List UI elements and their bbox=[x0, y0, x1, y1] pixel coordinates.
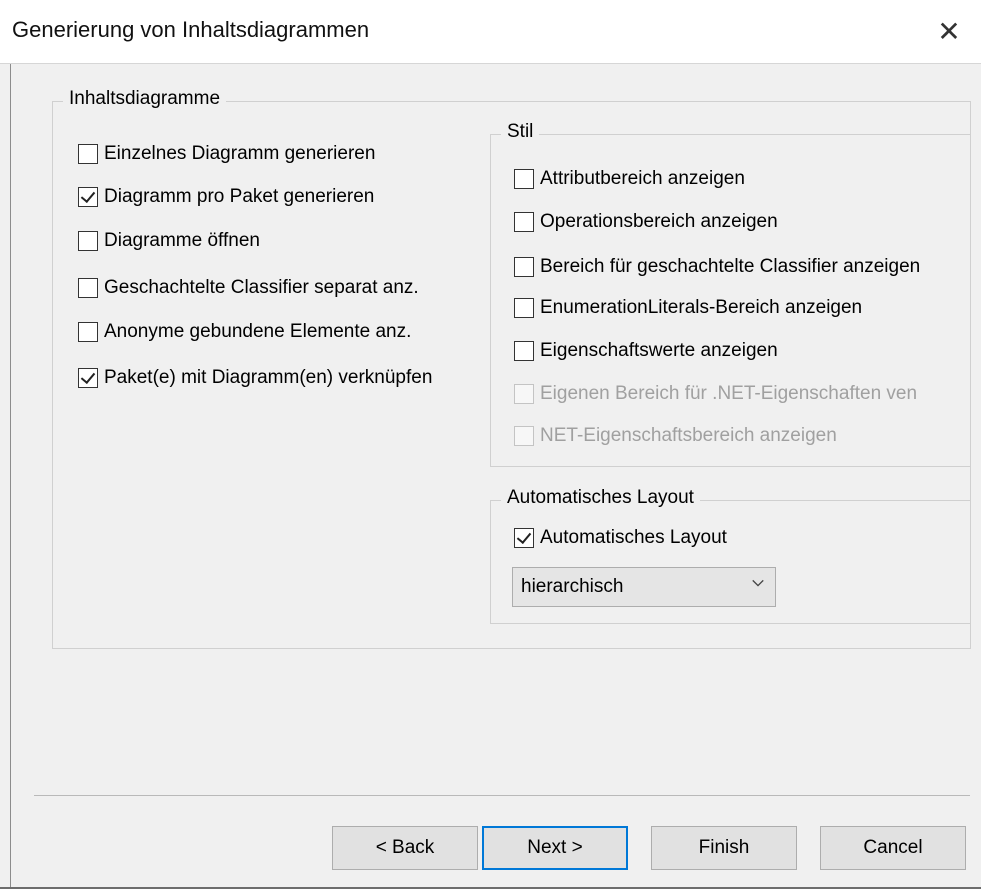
checkbox-box bbox=[514, 384, 534, 404]
checkbox-box[interactable] bbox=[514, 341, 534, 361]
checkbox-box[interactable] bbox=[78, 322, 98, 342]
checkbox-box bbox=[514, 426, 534, 446]
checkbox-box[interactable] bbox=[514, 528, 534, 548]
close-icon[interactable]: ✕ bbox=[929, 10, 969, 54]
checkbox-geschachtelte-classifier-bereich[interactable]: Bereich für geschachtelte Classifier anz… bbox=[514, 256, 920, 278]
checkbox-label: Einzelnes Diagramm generieren bbox=[104, 143, 376, 164]
checkbox-box[interactable] bbox=[78, 231, 98, 251]
cancel-button[interactable]: Cancel bbox=[820, 826, 966, 870]
checkbox-label: Attributbereich anzeigen bbox=[540, 168, 745, 189]
checkbox-box[interactable] bbox=[514, 212, 534, 232]
checkbox-einzelnes-diagramm[interactable]: Einzelnes Diagramm generieren bbox=[78, 143, 375, 165]
checkbox-label: Anonyme gebundene Elemente anz. bbox=[104, 321, 412, 342]
layout-select[interactable]: hierarchisch bbox=[512, 567, 776, 607]
checkbox-label: Operationsbereich anzeigen bbox=[540, 211, 778, 232]
checkbox-attributbereich[interactable]: Attributbereich anzeigen bbox=[514, 168, 745, 190]
checkbox-net-eigenschaften-bereich: Eigenen Bereich für .NET-Eigenschaften v… bbox=[514, 383, 917, 405]
checkbox-paket-verknuepfen[interactable]: Paket(e) mit Diagramm(en) verknüpfen bbox=[78, 367, 432, 389]
checkbox-box[interactable] bbox=[514, 298, 534, 318]
checkbox-label: Diagramme öffnen bbox=[104, 230, 260, 251]
checkbox-box[interactable] bbox=[514, 257, 534, 277]
automatisches-layout-legend: Automatisches Layout bbox=[501, 487, 700, 509]
checkbox-box[interactable] bbox=[78, 144, 98, 164]
title-bar: Generierung von Inhaltsdiagrammen ✕ bbox=[0, 0, 981, 64]
checkbox-box[interactable] bbox=[514, 169, 534, 189]
window-left-border bbox=[0, 64, 11, 889]
back-button[interactable]: < Back bbox=[332, 826, 478, 870]
checkbox-label: NET-Eigenschaftsbereich anzeigen bbox=[540, 425, 837, 446]
layout-select-value: hierarchisch bbox=[521, 576, 624, 597]
next-button[interactable]: Next > bbox=[482, 826, 628, 870]
checkbox-anonyme-elemente[interactable]: Anonyme gebundene Elemente anz. bbox=[78, 321, 411, 343]
window-title: Generierung von Inhaltsdiagrammen bbox=[12, 17, 370, 42]
finish-button[interactable]: Finish bbox=[651, 826, 797, 870]
inhaltsdiagramme-legend: Inhaltsdiagramme bbox=[63, 88, 227, 110]
checkbox-net-eigenschaftsbereich: NET-Eigenschaftsbereich anzeigen bbox=[514, 425, 837, 447]
checkbox-automatisches-layout[interactable]: Automatisches Layout bbox=[514, 527, 727, 549]
checkbox-geschachtelte-classifier[interactable]: Geschachtelte Classifier separat anz. bbox=[78, 277, 419, 299]
checkbox-box[interactable] bbox=[78, 368, 98, 388]
checkbox-diagramme-oeffnen[interactable]: Diagramme öffnen bbox=[78, 230, 260, 252]
checkbox-label: Eigenschaftswerte anzeigen bbox=[540, 340, 778, 361]
checkbox-label: Eigenen Bereich für .NET-Eigenschaften v… bbox=[540, 383, 918, 404]
checkbox-enumerationliterals[interactable]: EnumerationLiterals-Bereich anzeigen bbox=[514, 297, 862, 319]
checkbox-label: Paket(e) mit Diagramm(en) verknüpfen bbox=[104, 367, 433, 388]
checkbox-label: Diagramm pro Paket generieren bbox=[104, 186, 375, 207]
footer-separator bbox=[34, 795, 970, 796]
chevron-down-icon bbox=[752, 579, 764, 587]
checkbox-label: EnumerationLiterals-Bereich anzeigen bbox=[540, 297, 863, 318]
checkbox-box[interactable] bbox=[78, 278, 98, 298]
checkbox-eigenschaftswerte[interactable]: Eigenschaftswerte anzeigen bbox=[514, 340, 778, 362]
checkbox-label: Automatisches Layout bbox=[540, 527, 727, 548]
checkbox-operationsbereich[interactable]: Operationsbereich anzeigen bbox=[514, 211, 778, 233]
checkbox-label: Bereich für geschachtelte Classifier anz… bbox=[540, 256, 921, 277]
checkbox-diagramm-pro-paket[interactable]: Diagramm pro Paket generieren bbox=[78, 186, 374, 208]
checkbox-label: Geschachtelte Classifier separat anz. bbox=[104, 277, 419, 298]
checkbox-box[interactable] bbox=[78, 187, 98, 207]
stil-legend: Stil bbox=[501, 121, 540, 143]
